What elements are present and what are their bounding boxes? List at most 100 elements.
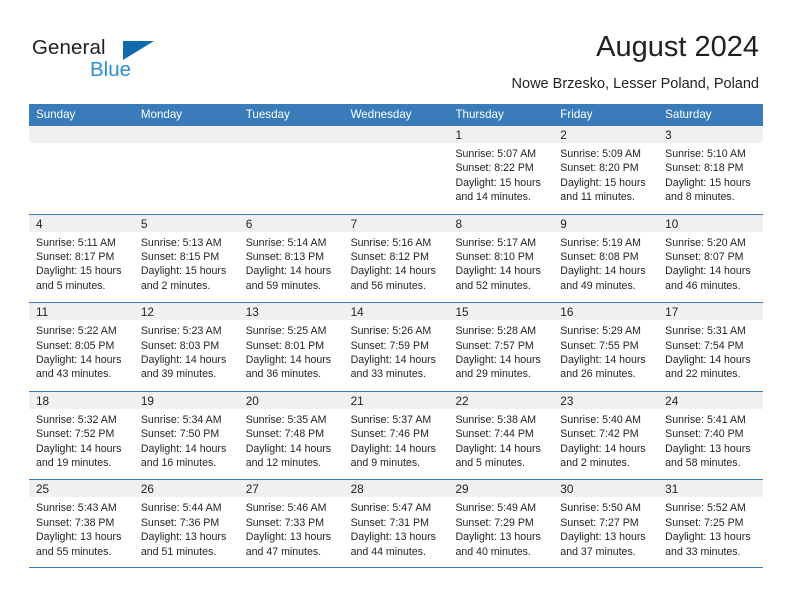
day-number-band: 24 [658,391,764,409]
sunset-line: Sunset: 8:15 PM [140,251,220,263]
daylight-line-2: and 33 minutes. [665,545,741,558]
sunset-line: Sunset: 7:57 PM [455,339,534,352]
weekday-header-wednesday: Wednesday [350,108,412,121]
calendar-day-cell[interactable]: 10 Sunrise: 5:20 AM Sunset: 8:07 PM Dayligh… [658,214,764,303]
sunrise-line: Sunrise: 5:17 AM [455,236,537,249]
calendar-day-cell[interactable]: 25 Sunrise: 5:43 AM Sunset: 7:38 PM Dayligh… [29,480,134,567]
sunrise-line: Sunrise: 5:11 AM [36,236,116,249]
day-details: Sunrise: 5:09 AM Sunset: 8:20 PM Daylight:… [553,143,658,205]
day-number-band: 30 [553,480,659,498]
day-number: 20 [245,393,259,408]
day-details: Sunrise: 5:37 AM Sunset: 7:46 PM Daylight:… [344,409,449,471]
calendar-day-cell[interactable]: 1 Sunrise: 5:07 AM Sunset: 8:22 PM Daylight… [448,126,554,214]
calendar-day-cell[interactable]: 13 Sunrise: 5:25 AM Sunset: 8:01 PM Dayligh… [238,303,344,391]
daylight-line-1: Daylight: 15 hours [455,176,541,189]
calendar-day-cell[interactable]: 2 Sunrise: 5:09 AM Sunset: 8:20 PM Daylight… [553,126,659,214]
calendar-day-cell[interactable]: 17 Sunrise: 5:31 AM Sunset: 7:54 PM Dayligh… [658,303,764,391]
day-number: 22 [455,393,469,408]
day-number: 30 [560,482,574,497]
sunrise-line: Sunrise: 5:22 AM [36,325,117,338]
calendar-day-cell[interactable]: 23 Sunrise: 5:40 AM Sunset: 7:42 PM Dayligh… [553,391,659,480]
sunset-line: Sunset: 7:59 PM [350,339,429,352]
calendar-day-cell[interactable]: 26 Sunrise: 5:44 AM Sunset: 7:36 PM Dayligh… [133,480,239,567]
sunrise-line: Sunrise: 5:49 AM [455,502,537,515]
calendar-day-cell[interactable]: 12 Sunrise: 5:23 AM Sunset: 8:03 PM Dayligh… [133,303,239,391]
calendar-day-cell[interactable]: 15 Sunrise: 5:28 AM Sunset: 7:57 PM Dayligh… [448,303,554,391]
calendar-day-cell[interactable]: 29 Sunrise: 5:49 AM Sunset: 7:29 PM Dayligh… [448,480,554,567]
day-number: 2 [560,128,567,142]
day-number-band: 6 [238,214,344,232]
calendar-day-cell[interactable]: 31 Sunrise: 5:52 AM Sunset: 7:25 PM Dayligh… [658,480,764,567]
sunrise-line: Sunrise: 5:34 AM [140,413,222,426]
day-number-band: 8 [448,214,554,232]
calendar-day-cell[interactable]: 19 Sunrise: 5:34 AM Sunset: 7:50 PM Dayligh… [133,391,239,480]
calendar-day-cell[interactable]: 20 Sunrise: 5:35 AM Sunset: 7:48 PM Dayligh… [238,391,344,480]
daylight-line-1: Daylight: 13 hours [560,531,646,544]
calendar-day-cell[interactable]: 4 Sunrise: 5:11 AM Sunset: 8:17 PM Daylight… [29,214,134,303]
calendar-day-cell[interactable]: 21 Sunrise: 5:37 AM Sunset: 7:46 PM Dayligh… [343,391,449,480]
brand-logo[interactable]: General Blue [32,36,232,88]
calendar-day-cell[interactable]: 11 Sunrise: 5:22 AM Sunset: 8:05 PM Dayligh… [29,303,134,391]
daylight-line-2: and 47 minutes. [245,545,322,558]
calendar-day-cell[interactable]: 30 Sunrise: 5:50 AM Sunset: 7:27 PM Dayligh… [553,480,659,567]
day-details: Sunrise: 5:14 AM Sunset: 8:13 PM Daylight:… [239,232,344,294]
calendar-weeks: 1 Sunrise: 5:07 AM Sunset: 8:22 PM Daylight… [29,125,764,568]
daylight-line-2: and 36 minutes. [245,368,322,381]
calendar-day-cell[interactable]: 14 Sunrise: 5:26 AM Sunset: 7:59 PM Dayligh… [343,303,449,391]
sunrise-line: Sunrise: 5:43 AM [36,502,117,515]
daylight-line-1: Daylight: 14 hours [350,354,436,366]
calendar-day-cell-empty [133,126,239,214]
day-number: 3 [665,128,672,142]
daylight-line-1: Daylight: 15 hours [36,265,122,278]
day-number: 18 [36,393,50,408]
day-number-band: 27 [238,480,344,498]
calendar-day-cell[interactable]: 7 Sunrise: 5:16 AM Sunset: 8:12 PM Daylight… [343,214,449,303]
sunset-line: Sunset: 8:13 PM [245,251,325,263]
sunset-line: Sunset: 7:46 PM [350,428,429,441]
calendar-day-cell[interactable]: 8 Sunrise: 5:17 AM Sunset: 8:10 PM Daylight… [448,214,554,303]
day-number: 5 [140,216,148,231]
calendar-day-cell[interactable]: 9 Sunrise: 5:19 AM Sunset: 8:08 PM Daylight… [553,214,659,303]
day-details: Sunrise: 5:25 AM Sunset: 8:01 PM Daylight:… [239,320,344,382]
daylight-line-2: and 5 minutes. [36,279,106,292]
weekday-header-sunday: Sunday [36,108,76,121]
day-details: Sunrise: 5:41 AM Sunset: 7:40 PM Daylight:… [658,409,763,471]
daylight-line-2: and 29 minutes. [455,368,531,381]
calendar-day-cell[interactable]: 18 Sunrise: 5:32 AM Sunset: 7:52 PM Dayligh… [29,391,134,480]
day-details [344,143,449,147]
day-details [29,143,134,147]
calendar-day-cell[interactable]: 3 Sunrise: 5:10 AM Sunset: 8:18 PM Daylight… [658,126,764,214]
day-details [134,143,239,147]
daylight-line-2: and 58 minutes. [665,457,741,469]
day-details: Sunrise: 5:38 AM Sunset: 7:44 PM Daylight:… [448,409,553,471]
day-number: 31 [665,482,679,497]
calendar-day-cell[interactable]: 22 Sunrise: 5:38 AM Sunset: 7:44 PM Dayligh… [448,391,554,480]
daylight-line-2: and 56 minutes. [350,279,426,292]
day-details [239,143,344,147]
weekday-header-friday: Friday [560,108,593,121]
day-details: Sunrise: 5:07 AM Sunset: 8:22 PM Daylight:… [448,143,553,205]
sunset-line: Sunset: 7:38 PM [36,516,115,529]
sunrise-line: Sunrise: 5:35 AM [245,413,327,426]
day-details: Sunrise: 5:32 AM Sunset: 7:52 PM Daylight:… [29,409,134,471]
day-number-band: 25 [29,480,134,498]
sunrise-line: Sunrise: 5:31 AM [665,325,746,338]
calendar-day-cell[interactable]: 24 Sunrise: 5:41 AM Sunset: 7:40 PM Dayligh… [658,391,764,480]
daylight-line-1: Daylight: 14 hours [350,442,436,455]
calendar-day-cell-empty [343,126,449,214]
calendar-day-cell-empty [29,126,134,214]
daylight-line-1: Daylight: 13 hours [140,531,227,544]
calendar-day-cell[interactable]: 6 Sunrise: 5:14 AM Sunset: 8:13 PM Daylight… [238,214,344,303]
day-details: Sunrise: 5:28 AM Sunset: 7:57 PM Daylight:… [448,320,553,382]
day-number-band: 11 [29,303,134,321]
calendar-day-cell[interactable]: 27 Sunrise: 5:46 AM Sunset: 7:33 PM Dayligh… [238,480,344,567]
day-number-band: 14 [343,303,449,321]
calendar-day-cell[interactable]: 16 Sunrise: 5:29 AM Sunset: 7:55 PM Dayligh… [553,303,659,391]
sunrise-line: Sunrise: 5:37 AM [350,413,432,426]
daylight-line-1: Daylight: 14 hours [455,442,541,455]
calendar-day-cell[interactable]: 28 Sunrise: 5:47 AM Sunset: 7:31 PM Dayligh… [343,480,449,567]
day-number-band: 9 [553,214,659,232]
day-number: 9 [560,216,567,231]
day-number: 1 [455,128,462,142]
calendar-day-cell[interactable]: 5 Sunrise: 5:13 AM Sunset: 8:15 PM Daylight… [133,214,239,303]
